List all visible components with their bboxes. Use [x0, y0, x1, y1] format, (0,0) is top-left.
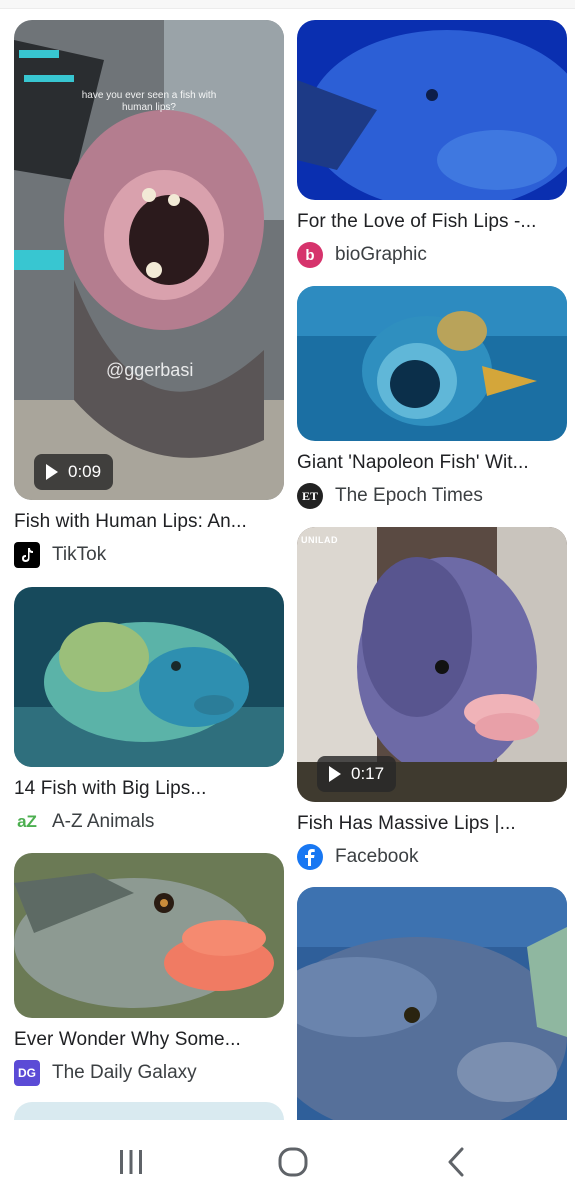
- play-icon: [46, 464, 58, 480]
- duration-label: 0:09: [68, 462, 102, 481]
- result-source[interactable]: ET The Epoch Times: [297, 483, 567, 509]
- result-thumbnail[interactable]: [297, 286, 567, 441]
- result-thumbnail[interactable]: [297, 887, 567, 1120]
- result-thumbnail[interactable]: [14, 853, 284, 1018]
- play-icon: [329, 766, 341, 782]
- fish-image: [14, 853, 284, 1018]
- result-title[interactable]: 14 Fish with Big Lips...: [14, 777, 284, 801]
- result-card[interactable]: [297, 887, 567, 1120]
- result-source[interactable]: b bioGraphic: [297, 242, 567, 268]
- result-card[interactable]: UNILAD 0:17 Fish Has Massive Lips |... F…: [297, 527, 567, 870]
- video-watermark: UNILAD: [301, 535, 338, 545]
- back-icon[interactable]: [436, 1142, 476, 1182]
- recent-apps-icon[interactable]: [111, 1142, 151, 1182]
- result-card[interactable]: 14 Fish with Big Lips... aZ A-Z Animals: [14, 587, 284, 835]
- result-thumbnail[interactable]: [14, 587, 284, 767]
- video-duration-badge: 0:17: [317, 756, 397, 792]
- source-name: A-Z Animals: [52, 811, 155, 832]
- result-title[interactable]: For the Love of Fish Lips -...: [297, 210, 567, 234]
- video-duration-badge: 0:09: [34, 454, 114, 490]
- duration-label: 0:17: [351, 764, 385, 783]
- tiktok-icon: [14, 542, 40, 568]
- epoch-times-icon: ET: [297, 483, 323, 509]
- result-source[interactable]: TikTok: [14, 542, 284, 568]
- result-source[interactable]: Facebook: [297, 844, 567, 870]
- fish-image: [297, 20, 567, 200]
- fish-image: [297, 887, 567, 1120]
- result-card[interactable]: Giant 'Napoleon Fish' Wit... ET The Epoc…: [297, 286, 567, 509]
- result-thumbnail[interactable]: [297, 20, 567, 200]
- video-watermark: @ggerbasi: [106, 360, 194, 380]
- source-name: TikTok: [52, 544, 107, 565]
- result-card[interactable]: For the Love of Fish Lips -... b bioGrap…: [297, 20, 567, 268]
- facebook-icon: [297, 844, 323, 870]
- result-title[interactable]: Fish with Human Lips: An...: [14, 510, 284, 534]
- source-name: Facebook: [335, 846, 419, 867]
- az-animals-icon: aZ: [17, 812, 37, 831]
- home-icon[interactable]: [273, 1142, 313, 1182]
- system-navigation-bar: [0, 1120, 575, 1200]
- result-title[interactable]: Fish Has Massive Lips |...: [297, 812, 567, 836]
- daily-galaxy-icon: DG: [14, 1060, 40, 1086]
- fish-image: [14, 587, 284, 767]
- result-source[interactable]: DG The Daily Galaxy: [14, 1060, 284, 1086]
- result-title[interactable]: Ever Wonder Why Some...: [14, 1028, 284, 1052]
- video-caption: have you ever seen a fish with human lip…: [81, 90, 217, 113]
- fish-image: [297, 286, 567, 441]
- top-divider: [0, 0, 575, 9]
- result-source[interactable]: aZ A-Z Animals: [14, 809, 284, 835]
- source-name: The Epoch Times: [335, 485, 483, 506]
- result-title[interactable]: Giant 'Napoleon Fish' Wit...: [297, 451, 567, 475]
- result-thumbnail[interactable]: UNILAD 0:17: [297, 527, 567, 802]
- result-thumbnail[interactable]: have you ever seen a fish with human lip…: [14, 20, 284, 500]
- result-card[interactable]: have you ever seen a fish with human lip…: [14, 20, 284, 568]
- source-name: bioGraphic: [335, 244, 427, 265]
- source-name: The Daily Galaxy: [52, 1062, 197, 1083]
- biographic-icon: b: [297, 242, 323, 268]
- result-card[interactable]: Ever Wonder Why Some... DG The Daily Gal…: [14, 853, 284, 1086]
